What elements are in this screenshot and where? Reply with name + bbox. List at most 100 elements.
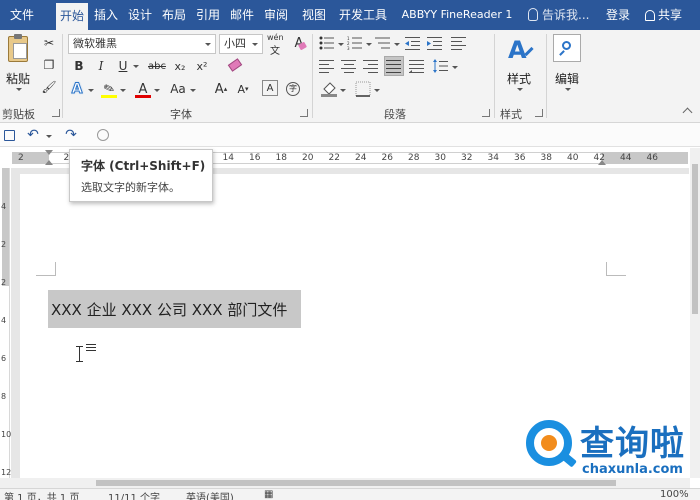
paragraph-options-icon[interactable] [86,343,96,353]
macro-recording-icon[interactable]: ▦ [264,489,273,500]
tab-file[interactable]: 文件 [2,0,42,30]
zoom-level[interactable]: 100% [660,489,689,500]
vertical-scroll-thumb[interactable] [692,164,698,314]
font-color-icon[interactable]: A [134,80,152,98]
vertical-ruler[interactable]: 4 2 2 4 6 8 10 12 [0,168,12,478]
bullets-icon[interactable] [318,34,336,52]
tab-mailings[interactable]: 邮件 [226,0,258,30]
numbering-icon[interactable]: 123 [346,34,364,52]
font-name-combo[interactable]: 微软雅黑 [68,34,216,54]
watermark-logo: 查询啦 chaxunla.com [522,412,698,488]
ruler-tick: 18 [275,153,287,163]
multilevel-list-icon[interactable] [374,34,392,52]
language-indicator[interactable]: 英语(美国) [186,489,234,500]
editing-label: 编辑 [555,72,580,86]
align-center-icon[interactable] [340,57,358,75]
collapse-ribbon-icon[interactable] [682,107,693,118]
tab-layout[interactable]: 布局 [158,0,190,30]
save-icon[interactable] [0,126,18,144]
ribbon-tab-bar: 文件 开始 插入 设计 布局 引用 邮件 审阅 视图 开发工具 ABBYY Fi… [0,0,700,30]
quick-access-toolbar: ↶ ↷ [0,123,700,147]
ruler-tick: 26 [381,153,393,163]
change-case-button[interactable]: Aa [167,80,189,98]
shading-icon[interactable] [320,80,338,98]
increase-indent-icon[interactable] [426,34,444,52]
eraser-icon[interactable] [226,56,244,74]
bold-button[interactable]: B [70,57,88,75]
italic-button[interactable]: I [92,57,110,75]
tell-me-text: 告诉我... [542,8,590,22]
font-size-combo[interactable]: 小四 [219,34,263,54]
text-cursor-icon [76,346,84,362]
share-button[interactable]: 共享 [645,0,682,30]
tab-references[interactable]: 引用 [192,0,224,30]
page-count[interactable]: 第 1 页，共 1 页 [4,489,79,500]
tab-insert[interactable]: 插入 [90,0,122,30]
strikethrough-button[interactable]: abc [146,57,168,75]
subscript-button[interactable]: x₂ [171,57,189,75]
align-left-icon[interactable] [318,57,336,75]
vertical-ruler-tick: 12 [1,468,12,477]
tab-home[interactable]: 开始 [56,3,88,30]
borders-icon[interactable] [354,80,372,98]
clear-all-formatting-icon[interactable]: A [290,34,308,52]
shrink-font-button[interactable]: A ▾ [234,80,252,98]
paste-button[interactable]: 粘贴 [2,34,34,94]
styles-button[interactable]: A 样式 [500,34,540,98]
selected-document-text[interactable]: XXX 企业 XXX 公司 XXX 部门文件 [48,290,302,328]
tab-developer[interactable]: 开发工具 [334,0,392,30]
search-icon [553,34,581,62]
grow-font-button[interactable]: A ▴ [212,80,230,98]
superscript-button[interactable]: x² [193,57,211,75]
word-count[interactable]: 11/11 个字 [108,489,160,500]
paragraph-launcher-icon[interactable] [482,109,490,117]
customize-qat-icon[interactable] [94,126,112,144]
login-button[interactable]: 登录 [606,0,630,30]
ruler-tick: 16 [249,153,261,163]
decrease-indent-icon[interactable] [404,34,422,52]
text-effects-icon[interactable]: A [68,80,86,98]
undo-icon[interactable]: ↶ [24,126,42,144]
ruler-tick: 40 [567,153,579,163]
tab-abbyy-finereader[interactable]: ABBYY FineReader 1 [394,0,520,30]
phonetic-guide-icon[interactable]: wén 文 [266,33,286,57]
status-bar: 第 1 页，共 1 页 11/11 个字 英语(美国) ▦ 100% [0,488,700,500]
character-border-button[interactable]: A [262,80,278,96]
vertical-ruler-tick: 2 [1,278,7,287]
tab-view[interactable]: 视图 [298,0,330,30]
styles-icon: A [506,36,534,64]
ruler-tick: 30 [434,153,446,163]
editing-button[interactable]: 编辑 [550,34,586,98]
ruler-tick: 2 [18,153,24,163]
tab-design[interactable]: 设计 [124,0,156,30]
tab-review[interactable]: 审阅 [260,0,292,30]
hanging-indent-marker[interactable] [45,160,53,165]
cut-icon[interactable]: ✂ [40,34,58,52]
vertical-ruler-tick: 6 [1,354,7,363]
justify-icon[interactable] [384,56,404,76]
font-tooltip: 字体 (Ctrl+Shift+F) 选取文字的新字体。 [69,149,213,202]
ruler-tick: 28 [408,153,420,163]
enclose-characters-icon[interactable]: 字 [284,80,302,98]
align-right-icon[interactable] [362,57,380,75]
redo-icon[interactable]: ↷ [62,126,80,144]
clipboard-launcher-icon[interactable] [52,109,60,117]
format-painter-icon[interactable]: 🖌 [40,78,58,96]
vertical-ruler-tick: 2 [1,240,7,249]
distributed-icon[interactable] [408,57,426,75]
line-spacing-icon[interactable] [432,57,450,75]
tell-me-box[interactable]: 告诉我... [528,0,589,30]
ruler-tick: 44 [620,153,632,163]
font-name-value: 微软雅黑 [73,37,117,50]
ruler-tick: 24 [355,153,367,163]
ruler-tick: 20 [302,153,314,163]
font-launcher-icon[interactable] [300,109,308,117]
styles-launcher-icon[interactable] [535,109,543,117]
vertical-ruler-tick: 4 [1,202,7,211]
text-highlight-color-icon[interactable]: ✎ [100,80,118,98]
chinese-layout-icon[interactable] [450,34,468,52]
underline-button[interactable]: U [114,57,132,75]
copy-icon[interactable]: ❐ [40,56,58,74]
ruler-tick: 42 [593,153,605,163]
first-line-indent-marker[interactable] [45,150,53,155]
